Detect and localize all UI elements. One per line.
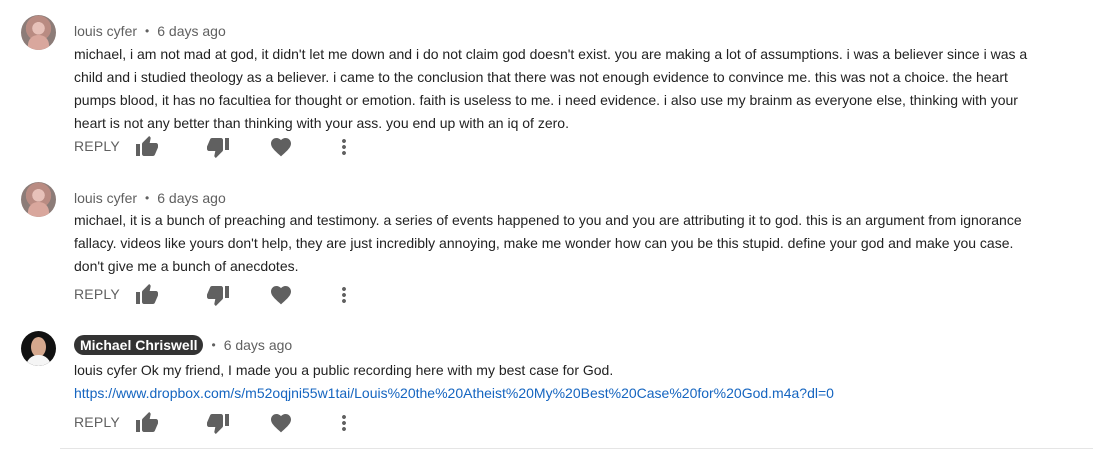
separator-dot: •	[145, 24, 150, 38]
thumbs-down-icon[interactable]	[206, 283, 230, 307]
comment-actions: REPLY	[73, 411, 363, 435]
comment-header: louis cyfer • 6 days ago	[74, 189, 226, 207]
separator-dot: •	[211, 338, 216, 352]
avatar[interactable]	[21, 331, 56, 366]
heart-icon[interactable]	[269, 135, 293, 159]
comment-text: louis cyfer Ok my friend, I made you a p…	[74, 362, 614, 378]
comment-body: louis cyfer Ok my friend, I made you a p…	[74, 359, 1042, 405]
creator-author-badge[interactable]: Michael Chriswell	[74, 335, 204, 355]
avatar-face	[31, 337, 46, 357]
thumbs-up-icon[interactable]	[135, 283, 159, 307]
comment-thread: louis cyfer • 6 days ago michael, i am n…	[0, 0, 1093, 452]
comment-age[interactable]: 6 days ago	[157, 23, 226, 39]
thumbs-up-icon[interactable]	[135, 135, 159, 159]
reply-button[interactable]: REPLY	[74, 286, 120, 302]
author-name[interactable]: louis cyfer	[74, 23, 137, 39]
heart-icon[interactable]	[269, 411, 293, 435]
more-vert-icon[interactable]	[332, 283, 356, 307]
reply-button[interactable]: REPLY	[74, 138, 120, 154]
heart-icon[interactable]	[269, 283, 293, 307]
comment-text: michael, i am not mad at god, it didn't …	[74, 46, 1028, 131]
section-divider	[60, 448, 1093, 449]
more-vert-icon[interactable]	[332, 411, 356, 435]
avatar[interactable]	[21, 15, 56, 50]
comment-header: Michael Chriswell • 6 days ago	[74, 335, 293, 355]
comment-actions: REPLY	[73, 283, 363, 307]
separator-dot: •	[145, 191, 150, 205]
comment-actions: REPLY	[73, 135, 363, 159]
more-vert-icon[interactable]	[332, 135, 356, 159]
avatar-shirt	[26, 355, 51, 366]
reply-button[interactable]: REPLY	[74, 414, 120, 430]
comment-age[interactable]: 6 days ago	[224, 337, 293, 353]
comment-age[interactable]: 6 days ago	[157, 190, 226, 206]
comment-header: louis cyfer • 6 days ago	[74, 22, 226, 40]
avatar[interactable]	[21, 182, 56, 217]
thumbs-up-icon[interactable]	[135, 411, 159, 435]
dropbox-link[interactable]: https://www.dropbox.com/s/m52oqjni55w1ta…	[74, 385, 834, 401]
thumbs-down-icon[interactable]	[206, 411, 230, 435]
comment-text: michael, it is a bunch of preaching and …	[74, 212, 1022, 274]
author-name[interactable]: louis cyfer	[74, 190, 137, 206]
thumbs-down-icon[interactable]	[206, 135, 230, 159]
